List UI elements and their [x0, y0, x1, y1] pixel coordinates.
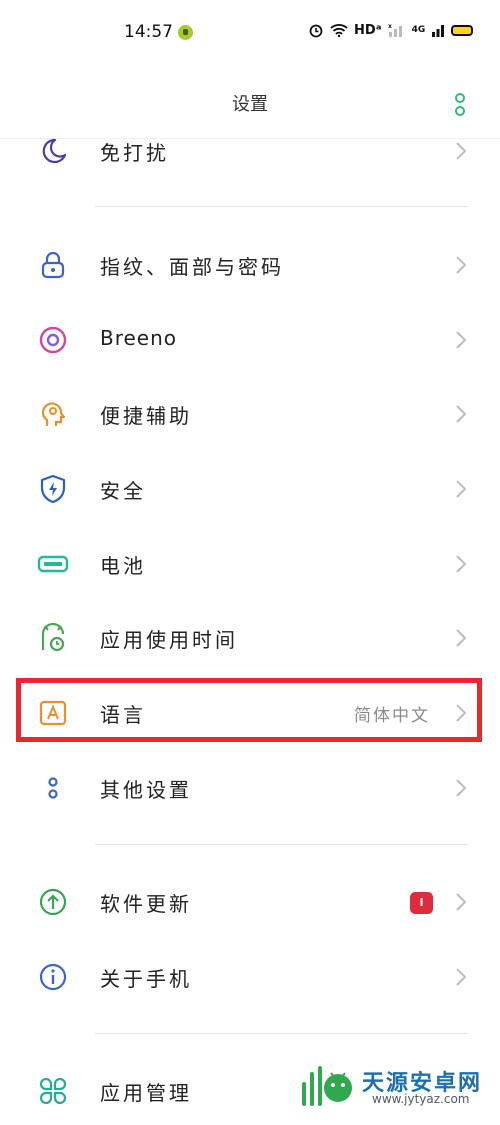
settings-row-screen-time[interactable]: 应用使用时间	[0, 602, 500, 672]
settings-row-dnd[interactable]: 免打扰	[0, 115, 500, 185]
chevron-right-icon	[456, 331, 467, 349]
divider	[95, 844, 468, 845]
settings-row-label: 电池	[100, 554, 146, 578]
settings-row-fingerprint[interactable]: 指纹、面部与密码	[0, 229, 500, 299]
chevron-right-icon	[456, 968, 467, 986]
settings-row-battery[interactable]: 电池	[0, 528, 500, 598]
wifi-icon	[330, 24, 348, 37]
divider	[95, 1033, 468, 1034]
update-badge: I	[410, 892, 433, 914]
info-icon	[39, 963, 67, 991]
settings-row-label: 安全	[100, 479, 146, 503]
network-type: 4G	[411, 25, 426, 35]
chevron-right-icon	[456, 480, 467, 498]
settings-row-other[interactable]: 其他设置	[0, 752, 500, 822]
status-bar: 14:57 HDᵃ x 4G	[0, 0, 500, 62]
watermark: 天源安卓网 www.jytyaz.com	[300, 1062, 500, 1111]
settings-row-label: 关于手机	[100, 967, 192, 991]
status-icons: HDᵃ x 4G	[308, 22, 474, 38]
hd-indicator: HDᵃ	[354, 22, 382, 38]
update-icon	[39, 888, 67, 916]
settings-row-label: 其他设置	[100, 778, 192, 802]
chevron-right-icon	[456, 629, 467, 647]
settings-row-about[interactable]: 关于手机	[0, 941, 500, 1011]
alarm-icon	[309, 24, 323, 38]
watermark-logo	[302, 1066, 352, 1106]
settings-row-label: 便捷辅助	[100, 404, 192, 428]
signal-icon-1: x	[388, 23, 402, 37]
settings-row-label: 应用管理	[100, 1081, 192, 1105]
settings-row-label: 应用使用时间	[100, 628, 238, 652]
page-title: 设置	[232, 94, 268, 115]
divider	[95, 206, 468, 207]
settings-row-label: 指纹、面部与密码	[100, 255, 284, 279]
accessibility-icon	[41, 402, 66, 426]
settings-row-label: Breeno	[100, 326, 178, 350]
settings-row-breeno[interactable]: Breeno	[0, 304, 500, 374]
settings-row-accessibility[interactable]: 便捷辅助	[0, 378, 500, 448]
chevron-right-icon	[456, 555, 467, 573]
watermark-url: www.jytyaz.com	[372, 1092, 470, 1106]
highlight-box	[16, 678, 482, 742]
settings-row-label: 免打扰	[100, 141, 169, 165]
status-time: 14:57	[124, 22, 173, 42]
breeno-icon	[39, 326, 67, 354]
settings-row-label: 软件更新	[100, 892, 192, 916]
moon-icon	[42, 138, 67, 164]
chevron-right-icon	[456, 256, 467, 274]
chevron-right-icon	[456, 893, 467, 911]
svg-text:x: x	[388, 23, 392, 30]
screen-time-icon	[41, 622, 65, 652]
battery-indicator-icon	[451, 24, 474, 36]
chevron-right-icon	[456, 405, 467, 423]
settings-row-security[interactable]: 安全	[0, 453, 500, 523]
battery-icon	[37, 555, 69, 573]
chevron-right-icon	[456, 142, 467, 160]
signal-icon-2	[432, 25, 445, 37]
lock-icon	[41, 251, 65, 279]
apps-icon	[39, 1077, 67, 1105]
chevron-right-icon	[456, 779, 467, 797]
other-settings-icon	[48, 777, 58, 799]
shield-icon	[40, 474, 66, 504]
notification-icon	[178, 25, 193, 40]
